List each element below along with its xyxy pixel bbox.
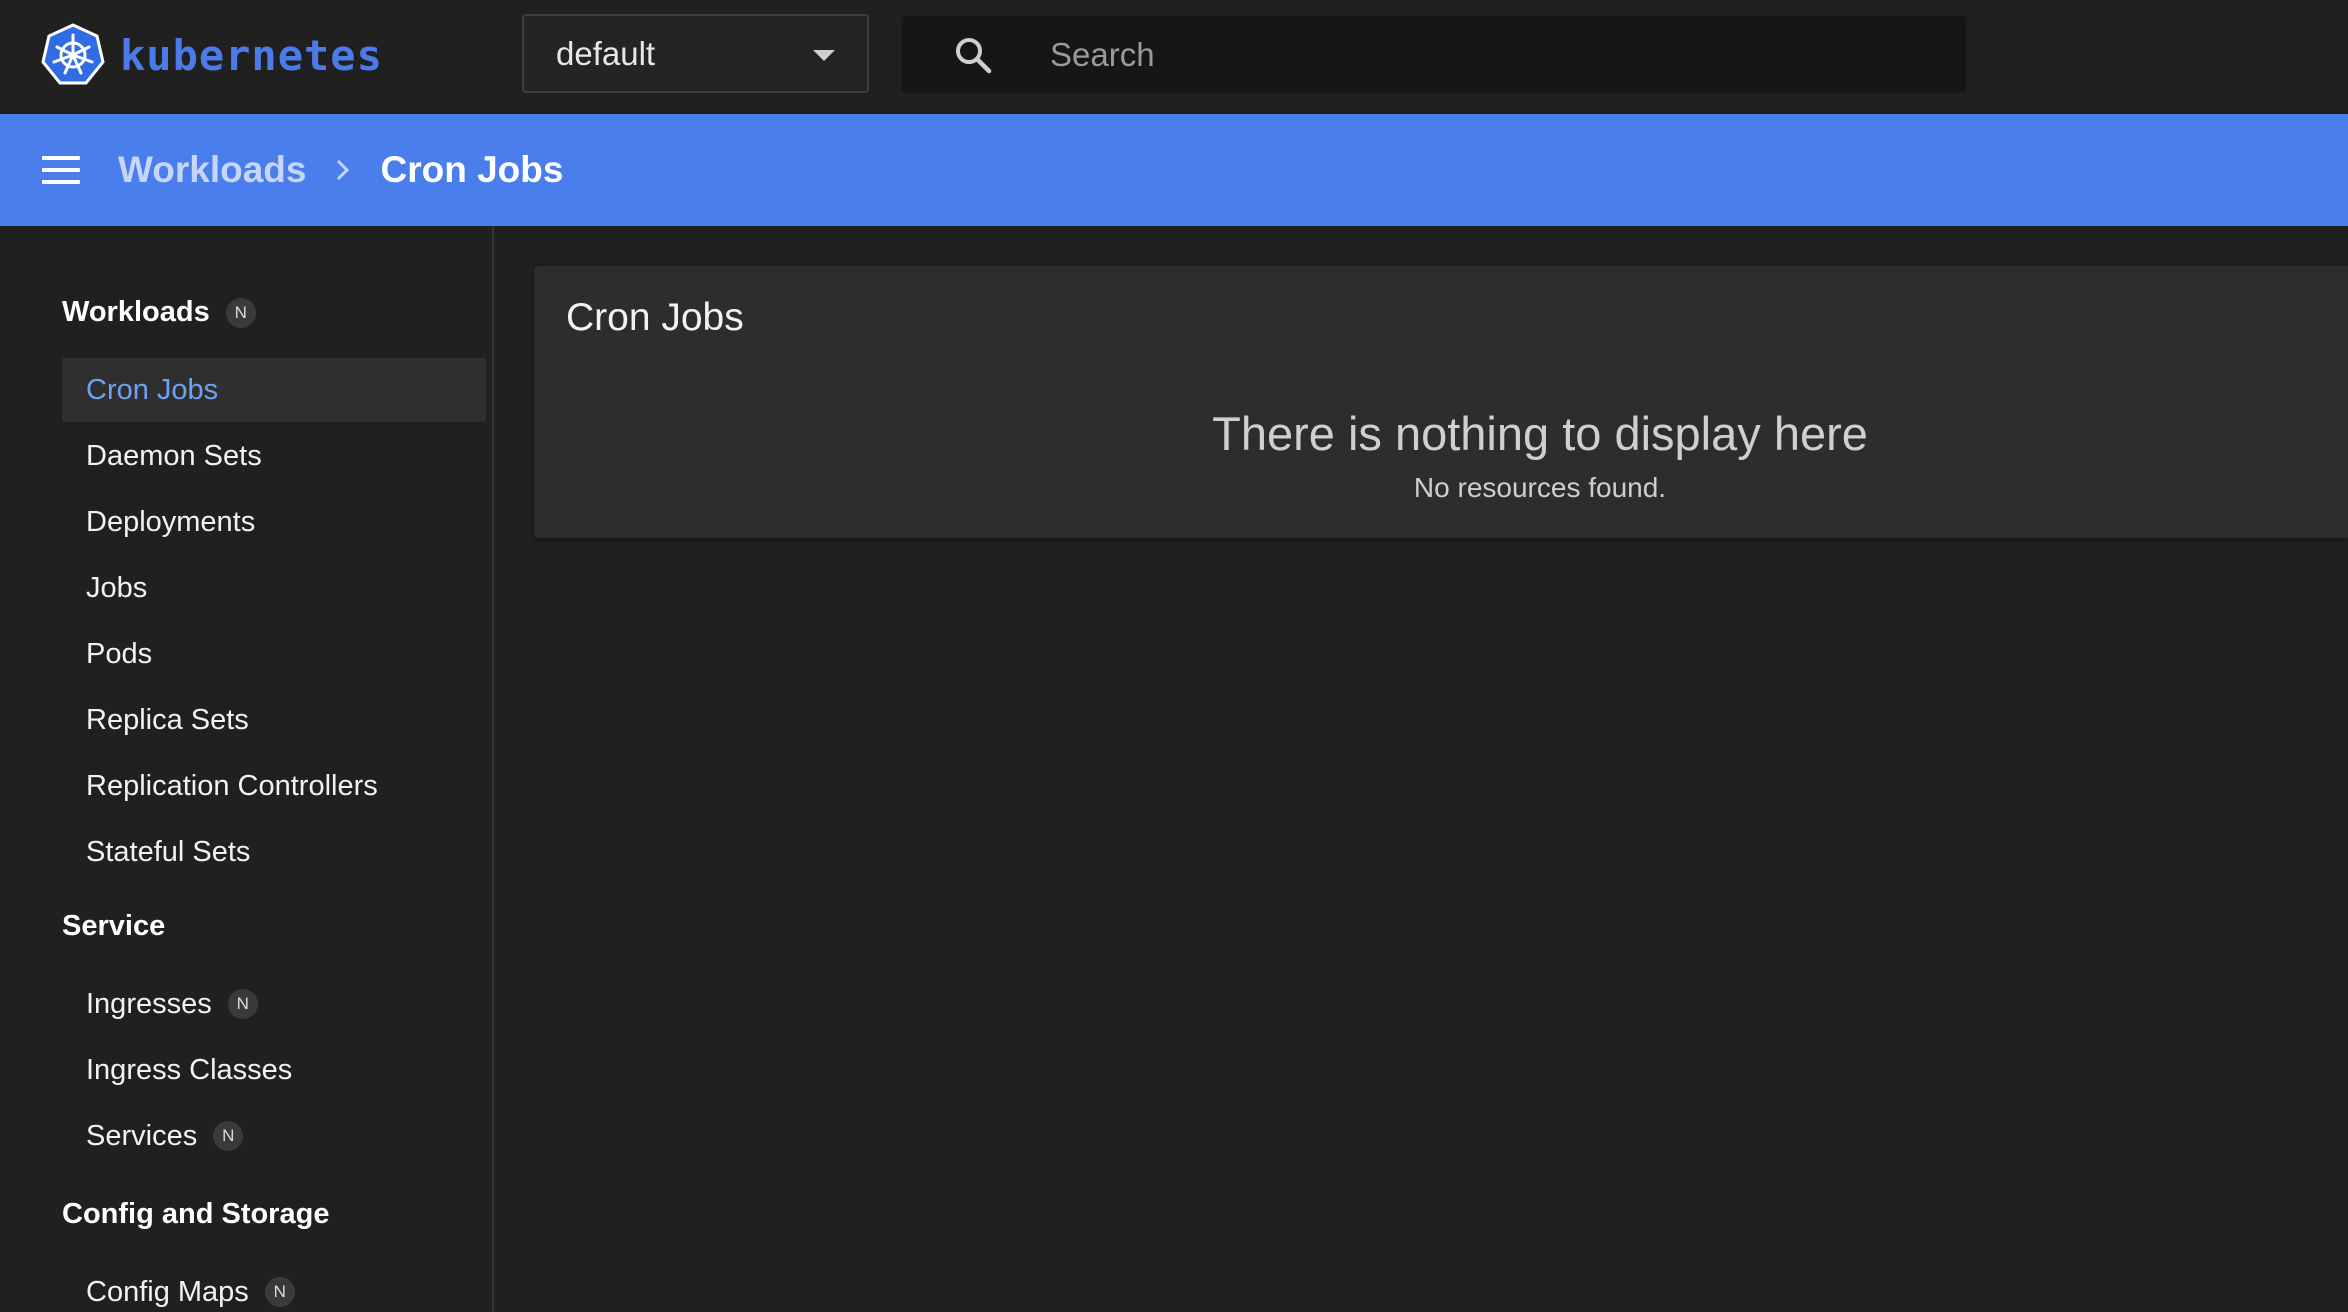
namespace-value: default: [556, 34, 656, 72]
hamburger-icon-line: [42, 180, 80, 184]
chevron-down-icon: [813, 50, 835, 61]
empty-state-subtitle: No resources found.: [1413, 472, 1667, 503]
brand-logo[interactable]: kubernetes: [40, 20, 383, 90]
sidebar-item-cron-jobs[interactable]: Cron Jobs: [62, 358, 486, 422]
sidebar-item-label: Cron Jobs: [86, 373, 219, 406]
hamburger-icon-line: [42, 156, 80, 160]
card-title: Cron Jobs: [566, 296, 744, 339]
sidebar-item-label: Daemon Sets: [86, 439, 262, 472]
kubernetes-logo-icon: [41, 23, 105, 85]
sidebar-item-stateful-sets[interactable]: Stateful Sets: [62, 820, 486, 884]
sidebar-item-label: Replica Sets: [86, 703, 249, 736]
sidebar-item-ingress-classes[interactable]: Ingress Classes: [62, 1038, 486, 1102]
sidebar-item-label: Deployments: [86, 505, 256, 538]
cron-jobs-card: Cron Jobs There is nothing to display he…: [534, 266, 2348, 538]
sidebar-section-workloads[interactable]: Workloads N: [62, 296, 256, 329]
sidebar-item-deployments[interactable]: Deployments: [62, 490, 486, 554]
sidebar-section-config-and-storage[interactable]: Config and Storage: [62, 1198, 329, 1231]
empty-state-title: There is nothing to display here: [1212, 407, 1868, 460]
menu-toggle-button[interactable]: [40, 154, 84, 186]
top-bar: kubernetes default: [0, 0, 2348, 114]
search-icon[interactable]: [952, 34, 994, 76]
namespace-select[interactable]: default: [522, 14, 869, 93]
sidebar-item-pods[interactable]: Pods: [62, 622, 486, 686]
search-bar[interactable]: [902, 16, 1966, 93]
sidebar-item-label: Config Maps: [86, 1275, 249, 1308]
sidebar-item-label: Ingresses: [86, 987, 212, 1020]
breadcrumb: Workloads Cron Jobs: [118, 114, 563, 226]
sidebar-item-label: Stateful Sets: [86, 835, 251, 868]
sidebar-item-services[interactable]: Services N: [62, 1104, 486, 1168]
namespaced-badge: N: [227, 989, 258, 1019]
sidebar-item-label: Services: [86, 1119, 198, 1152]
sidebar-item-replication-controllers[interactable]: Replication Controllers: [62, 754, 486, 818]
sidebar-item-label: Replication Controllers: [86, 769, 378, 802]
search-input[interactable]: [1048, 16, 1928, 93]
sidebar-section-service[interactable]: Service: [62, 910, 165, 943]
sidebar-item-jobs[interactable]: Jobs: [62, 556, 486, 620]
breadcrumb-bar: Workloads Cron Jobs: [0, 114, 2348, 226]
sidebar-item-label: Ingress Classes: [86, 1053, 293, 1086]
sidebar-item-label: Jobs: [86, 571, 148, 604]
namespaced-badge: N: [225, 297, 256, 328]
brand-name: kubernetes: [120, 30, 383, 80]
breadcrumb-parent-link[interactable]: Workloads: [118, 149, 306, 191]
sidebar-section-label: Config and Storage: [62, 1198, 330, 1230]
sidebar-section-label: Workloads: [62, 296, 210, 328]
breadcrumb-current: Cron Jobs: [380, 149, 564, 190]
sidebar-section-label: Service: [62, 910, 166, 942]
sidebar-item-ingresses[interactable]: Ingresses N: [62, 972, 486, 1036]
hamburger-icon-line: [42, 168, 80, 172]
sidebar: Workloads N Cron Jobs Daemon Sets Deploy…: [0, 226, 494, 1312]
sidebar-item-replica-sets[interactable]: Replica Sets: [62, 688, 486, 752]
namespaced-badge: N: [264, 1277, 295, 1307]
namespaced-badge: N: [213, 1121, 244, 1151]
sidebar-item-label: Pods: [86, 637, 153, 670]
sidebar-item-daemon-sets[interactable]: Daemon Sets: [62, 424, 486, 488]
sidebar-item-config-maps[interactable]: Config Maps N: [62, 1260, 486, 1312]
chevron-right-icon: [337, 159, 350, 181]
